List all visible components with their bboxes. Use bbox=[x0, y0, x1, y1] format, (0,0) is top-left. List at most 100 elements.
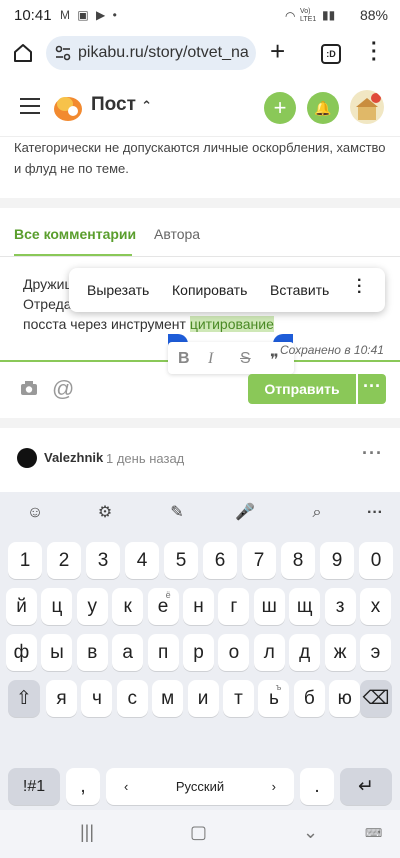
comment-rules-text: Категорически не допускаются личные оско… bbox=[14, 140, 386, 176]
send-options-button[interactable]: ··· bbox=[358, 374, 386, 404]
key[interactable]: н bbox=[183, 588, 214, 625]
key[interactable]: м bbox=[152, 680, 184, 717]
comma-key[interactable]: , bbox=[66, 768, 100, 805]
symbols-key[interactable]: !#1 bbox=[8, 768, 60, 805]
voice-input-icon[interactable]: 🎤 bbox=[232, 500, 258, 526]
pikabu-logo-icon[interactable] bbox=[52, 92, 84, 122]
key[interactable]: ьъ bbox=[258, 680, 290, 717]
key[interactable]: ы bbox=[41, 634, 73, 671]
home-nav-icon[interactable]: ▢ bbox=[190, 822, 207, 843]
comment-more-icon[interactable]: ··· bbox=[362, 443, 383, 464]
key[interactable]: я bbox=[46, 680, 77, 717]
keyboard-settings-icon[interactable]: ⚙ bbox=[92, 500, 118, 526]
key[interactable]: й bbox=[6, 588, 37, 625]
key[interactable]: а bbox=[112, 634, 144, 671]
quote-icon[interactable]: ❞ bbox=[270, 350, 279, 370]
space-key[interactable]: ‹ Русский › bbox=[106, 768, 294, 805]
key[interactable]: ш bbox=[253, 588, 285, 625]
send-button[interactable]: Отправить bbox=[248, 374, 356, 404]
more-options-icon[interactable]: · · · bbox=[357, 273, 362, 301]
divider bbox=[0, 198, 400, 208]
key[interactable]: щ bbox=[289, 588, 321, 625]
key[interactable]: 0 bbox=[359, 542, 393, 579]
key[interactable]: ц bbox=[41, 588, 73, 625]
tab-author[interactable]: Автора bbox=[154, 226, 200, 242]
key[interactable]: р bbox=[183, 634, 214, 671]
status-bar: 10:41 M ▣ ▶ • ◠ Vo) LTE1 ▮▮ 88% bbox=[0, 0, 400, 32]
comment-tabs: Все комментарии Автора bbox=[14, 226, 200, 242]
key[interactable]: 2 bbox=[47, 542, 81, 579]
browser-menu-icon[interactable]: · · · bbox=[371, 34, 378, 70]
backspace-icon[interactable]: ⌫ bbox=[360, 680, 392, 717]
mention-icon[interactable]: @ bbox=[52, 376, 74, 402]
chevron-up-icon: ⌃ bbox=[141, 98, 153, 113]
system-nav-bar: ||| ▢ ⌄ ⌨ bbox=[0, 810, 400, 858]
status-time: 10:41 bbox=[14, 7, 52, 24]
enter-key[interactable]: ↵ bbox=[340, 768, 392, 805]
key[interactable]: 7 bbox=[242, 542, 276, 579]
text-context-menu: Вырезать Копировать Вставить · · · bbox=[69, 268, 385, 312]
tab-switcher-icon[interactable]: :D bbox=[321, 44, 341, 64]
italic-icon[interactable]: I bbox=[208, 350, 213, 368]
key[interactable]: 5 bbox=[164, 542, 198, 579]
period-key[interactable]: . bbox=[300, 768, 334, 805]
key[interactable]: 9 bbox=[320, 542, 354, 579]
strikethrough-icon[interactable]: S bbox=[240, 350, 251, 368]
key[interactable]: о bbox=[218, 634, 250, 671]
key[interactable]: п bbox=[147, 634, 179, 671]
page-title[interactable]: Пост ⌃ bbox=[91, 94, 152, 116]
menu-icon[interactable] bbox=[20, 98, 40, 114]
emoji-icon[interactable]: ☺ bbox=[22, 500, 48, 526]
volte-label: Vo) LTE1 bbox=[300, 8, 317, 23]
key[interactable]: э bbox=[360, 634, 391, 671]
key[interactable]: её bbox=[147, 588, 179, 625]
key[interactable]: ж bbox=[324, 634, 356, 671]
key[interactable]: 1 bbox=[8, 542, 42, 579]
add-post-button[interactable]: + bbox=[264, 92, 296, 124]
new-tab-icon[interactable]: + bbox=[270, 36, 285, 67]
shift-icon[interactable]: ⇧ bbox=[8, 680, 40, 717]
key[interactable]: т bbox=[223, 680, 254, 717]
key[interactable]: б bbox=[293, 680, 325, 717]
keyboard-switch-icon[interactable]: ⌨ bbox=[365, 826, 382, 840]
tabs-divider bbox=[0, 256, 400, 257]
address-bar[interactable]: pikabu.ru/story/otvet_na bbox=[46, 36, 256, 70]
comment-avatar[interactable] bbox=[17, 448, 37, 468]
back-icon[interactable]: ⌄ bbox=[303, 822, 318, 843]
paste-menu-item[interactable]: Вставить bbox=[270, 282, 329, 298]
key[interactable]: з bbox=[324, 588, 356, 625]
key[interactable]: и bbox=[187, 680, 219, 717]
selected-text[interactable]: цитирование bbox=[189, 316, 274, 332]
site-settings-icon[interactable] bbox=[54, 44, 72, 62]
bold-icon[interactable]: B bbox=[178, 350, 190, 368]
cut-menu-item[interactable]: Вырезать bbox=[87, 282, 149, 298]
avatar[interactable] bbox=[350, 90, 384, 124]
key[interactable]: с bbox=[116, 680, 148, 717]
key[interactable]: г bbox=[218, 588, 250, 625]
key[interactable]: у bbox=[76, 588, 108, 625]
key[interactable]: л bbox=[253, 634, 285, 671]
search-icon[interactable]: ⌕ bbox=[304, 500, 330, 526]
camera-icon[interactable] bbox=[20, 380, 38, 396]
tab-all-comments[interactable]: Все комментарии bbox=[14, 226, 136, 242]
handwriting-icon[interactable]: ✎ bbox=[164, 500, 190, 526]
notifications-bell-icon[interactable]: 🔔 bbox=[307, 92, 339, 124]
key[interactable]: 8 bbox=[281, 542, 315, 579]
key[interactable]: к bbox=[112, 588, 144, 625]
key[interactable]: в bbox=[76, 634, 108, 671]
key[interactable]: 3 bbox=[86, 542, 120, 579]
key[interactable]: ю bbox=[329, 680, 361, 717]
comment-username[interactable]: Valezhnik bbox=[44, 450, 103, 465]
key[interactable]: д bbox=[289, 634, 321, 671]
key[interactable]: ч bbox=[81, 680, 113, 717]
recents-icon[interactable]: ||| bbox=[80, 822, 94, 843]
key[interactable]: х bbox=[360, 588, 391, 625]
home-icon[interactable] bbox=[12, 42, 34, 64]
key[interactable]: ф bbox=[6, 634, 37, 671]
copy-menu-item[interactable]: Копировать bbox=[172, 282, 247, 298]
key[interactable]: 4 bbox=[125, 542, 159, 579]
key[interactable]: 6 bbox=[203, 542, 237, 579]
more-tools-icon[interactable]: ··· bbox=[362, 500, 388, 526]
keyboard: ☺ ⚙ ✎ 🎤 ⌕ ··· 1234567890 йцукеёнгшщзх фыва… bbox=[0, 492, 400, 810]
avatar-image bbox=[356, 93, 381, 120]
